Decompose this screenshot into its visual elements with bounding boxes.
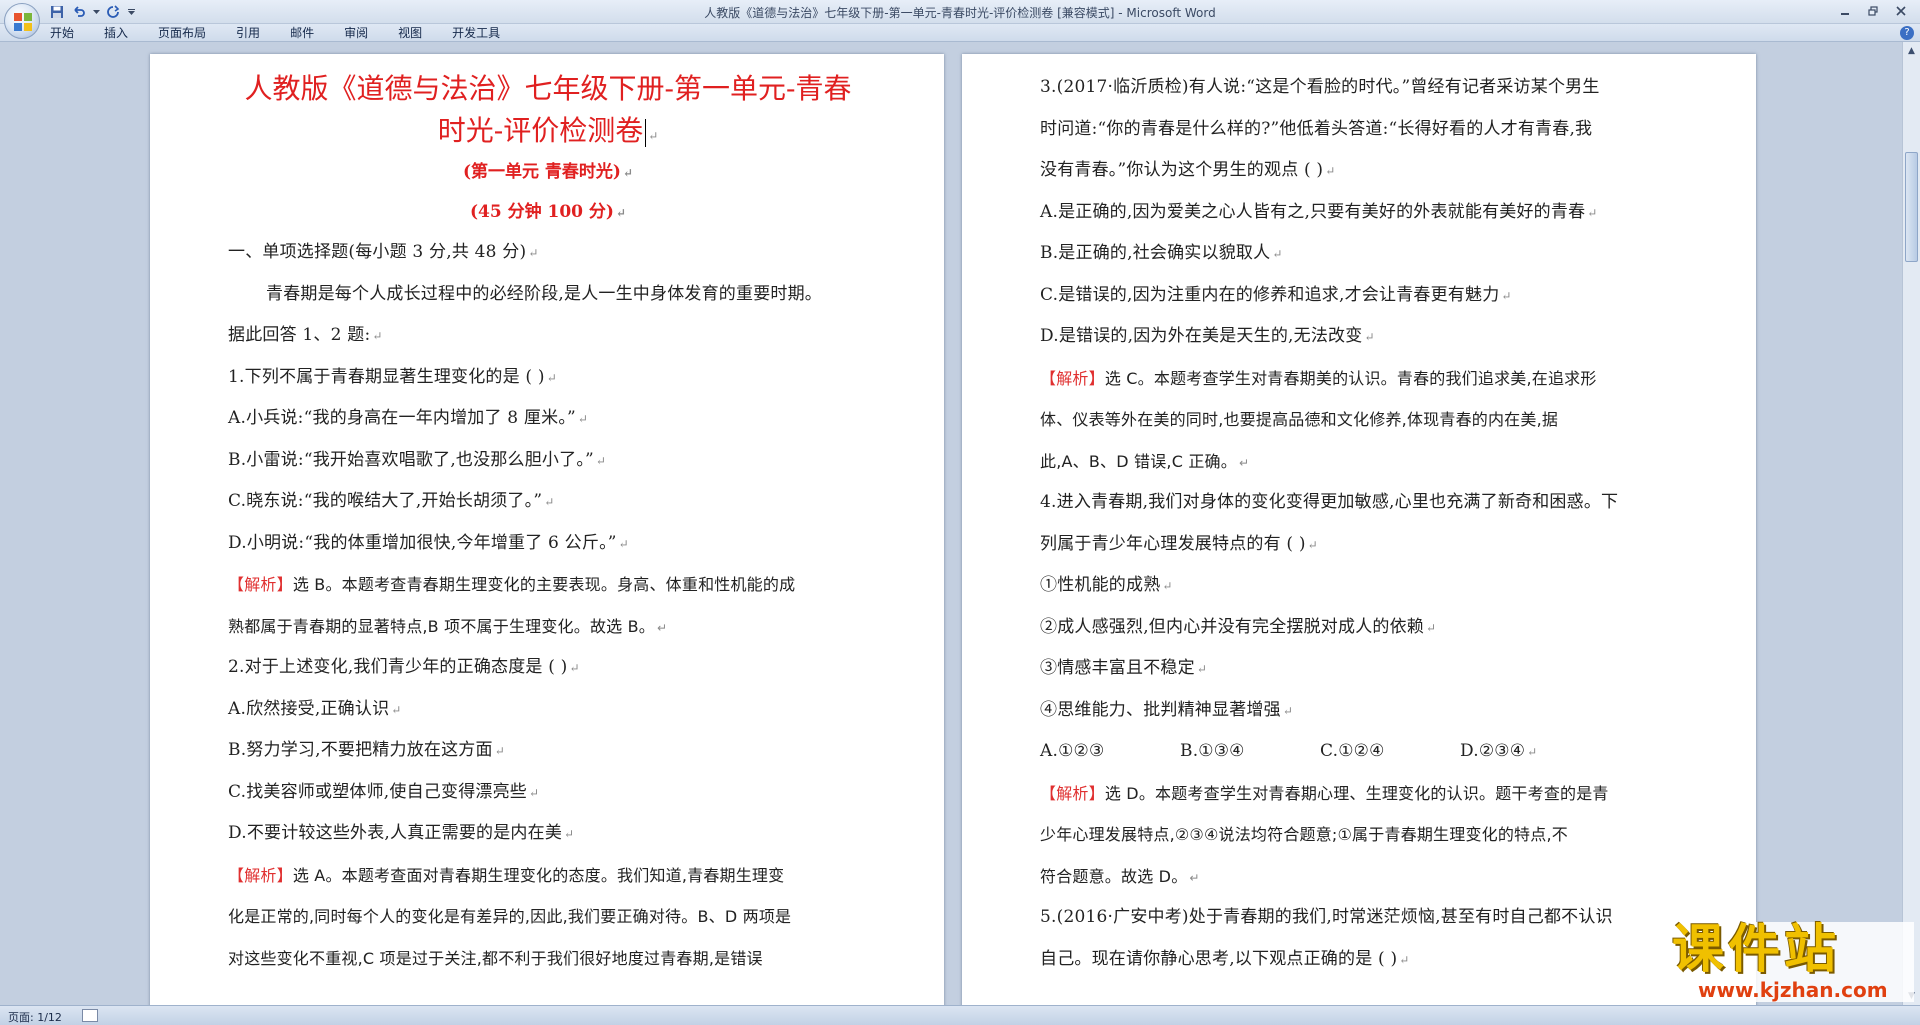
tab-references[interactable]: 引用 — [236, 24, 274, 42]
watermark-url: www.kjzhan.com — [1698, 978, 1888, 1002]
restore-icon — [1868, 6, 1878, 16]
minimize-button[interactable] — [1832, 2, 1858, 20]
statement: ④思维能力、批判精神显著增强 ↵ — [1040, 699, 1294, 720]
option: A.①②③ — [1040, 741, 1105, 761]
explanation: 对这些变化不重视,C 项是过于关注,都不利于我们很好地度过青春期,是错误 — [228, 948, 763, 968]
option: A.小兵说:“我的身高在一年内增加了 8 厘米。” ↵ — [228, 408, 589, 428]
close-icon — [1896, 6, 1906, 16]
option: D.②③④ — [1460, 741, 1526, 761]
document-workspace: 人教版《道德与法治》七年级下册-第一单元-青春 时光-评价检测卷 ↵ (第一单元 … — [0, 42, 1902, 1005]
question-5: 自己。现在请你静心思考,以下观点正确的是 ( ) ↵ — [1040, 948, 1410, 969]
explanation: 【解析】选 C。本题考查学生对青春期美的认识。青春的我们追求美,在追求形 — [1040, 368, 1597, 388]
statement: ①性机能的成熟 ↵ — [1040, 575, 1173, 595]
question-3: 没有青春。”你认为这个男生的观点 ( ) ↵ — [1040, 160, 1336, 180]
title-bar: 人教版《道德与法治》七年级下册-第一单元-青春时光-评价检测卷 [兼容模式] -… — [0, 0, 1920, 39]
page-count[interactable]: 页面: 1/12 — [8, 1009, 62, 1025]
explanation: 化是正常的,同时每个人的变化是有差异的,因此,我们要正确对待。B、D 两项是 — [228, 907, 792, 926]
minimize-icon — [1841, 13, 1849, 15]
explanation: 此,A、B、D 错误,C 正确。 ↵ — [1040, 451, 1250, 471]
time-and-score: (45 分钟 100 分) ↵ — [469, 202, 627, 222]
tab-developer[interactable]: 开发工具 — [452, 24, 514, 42]
option: C.找美容师或塑体师,使自己变得漂亮些 ↵ — [228, 781, 540, 802]
option: D.是错误的,因为外在美是天生的,无法改变 ↵ — [1040, 326, 1375, 346]
ribbon-tab-list: 开始 插入 页面布局 引用 邮件 审阅 视图 开发工具 — [50, 24, 530, 42]
scrollbar-thumb[interactable] — [1905, 152, 1918, 262]
explanation: 【解析】选 B。本题考查青春期生理变化的主要表现。身高、体重和性机能的成 — [228, 575, 796, 594]
help-icon[interactable]: ? — [1900, 26, 1914, 40]
document-title-line-2: 时光-评价检测卷 ↵ — [437, 114, 659, 147]
options-row: A.①②③ B.①③④ C.①②④ D.②③④ ↵ — [1040, 731, 1680, 773]
question-3: 时问道:“你的青春是什么样的?”他低着头答道:“长得好看的人才有青春,我 — [1040, 118, 1593, 139]
paragraph: 据此回答 1、2 题: ↵ — [228, 325, 383, 345]
page-content: 人教版《道德与法治》七年级下册-第一单元-青春 时光-评价检测卷 ↵ (第一单元 … — [228, 54, 868, 979]
window-title: 人教版《道德与法治》七年级下册-第一单元-青春时光-评价检测卷 [兼容模式] -… — [704, 6, 1216, 20]
tab-view[interactable]: 视图 — [398, 24, 436, 42]
explanation-label: 【解析】 — [1040, 783, 1105, 803]
kjzhan-watermark: 课件站 www.kjzhan.com — [1668, 922, 1914, 1002]
explanation: 少年心理发展特点,②③④说法均符合题意;①属于青春期生理变化的特点,不 — [1040, 825, 1568, 844]
explanation: 熟都属于青春期的显著特点,B 项不属于生理变化。故选 B。 ↵ — [228, 616, 668, 636]
text-cursor — [645, 118, 647, 147]
tab-page-layout[interactable]: 页面布局 — [158, 24, 220, 42]
statement: ③情感丰富且不稳定 ↵ — [1040, 658, 1208, 678]
document-subtitle: (第一单元 青春时光) ↵ — [462, 162, 634, 182]
explanation: 符合题意。故选 D。 ↵ — [1040, 866, 1200, 886]
statement: ②成人感强烈,但内心并没有完全摆脱对成人的依赖 ↵ — [1040, 616, 1437, 637]
ribbon-tabs: 开始 插入 页面布局 引用 邮件 审阅 视图 开发工具 ? — [0, 24, 1920, 42]
option: C.晓东说:“我的喉结大了,开始长胡须了。” ↵ — [228, 491, 555, 511]
explanation-label: 【解析】 — [228, 575, 293, 594]
tab-mailings[interactable]: 邮件 — [290, 24, 328, 42]
restore-button[interactable] — [1860, 2, 1886, 20]
scroll-up-arrow[interactable]: ▲ — [1905, 44, 1918, 58]
option: A.是正确的,因为爱美之心人皆有之,只要有美好的外表就能有美好的青春 ↵ — [1040, 201, 1598, 222]
document-page-1[interactable]: 人教版《道德与法治》七年级下册-第一单元-青春 时光-评价检测卷 ↵ (第一单元 … — [150, 54, 944, 1005]
window-controls — [1832, 2, 1914, 20]
option: C.①②④ — [1320, 741, 1385, 761]
explanation: 体、仪表等外在美的同时,也要提高品德和文化修养,体现青春的内在美,据 — [1040, 410, 1559, 429]
paragraph: 青春期是每个人成长过程中的必经阶段,是人一生中身体发育的重要时期。 — [266, 283, 823, 304]
section-heading: 一、单项选择题(每小题 3 分,共 48 分) ↵ — [228, 242, 539, 262]
option: B.努力学习,不要把精力放在这方面 ↵ — [228, 740, 505, 760]
close-button[interactable] — [1888, 2, 1914, 20]
question-3: 3.(2017·临沂质检)有人说:“这是个看脸的时代。”曾经有记者采访某个男生 — [1040, 77, 1600, 97]
option: D.小明说:“我的体重增加很快,今年增重了 6 公斤。” ↵ — [228, 532, 629, 553]
tab-insert[interactable]: 插入 — [104, 24, 142, 42]
vertical-scrollbar[interactable]: ▲ ▼ — [1902, 42, 1920, 1005]
option: D.不要计较这些外表,人真正需要的是内在美 ↵ — [228, 823, 575, 843]
question-2: 2.对于上述变化,我们青少年的正确态度是 ( ) ↵ — [228, 657, 580, 677]
option: C.是错误的,因为注重内在的修养和追求,才会让青春更有魅力 ↵ — [1040, 284, 1512, 305]
question-4: 4.进入青春期,我们对身体的变化变得更加敏感,心里也充满了新奇和困惑。下 — [1040, 492, 1619, 512]
explanation-label: 【解析】 — [1040, 368, 1105, 388]
tab-home[interactable]: 开始 — [50, 24, 88, 42]
question-1: 1.下列不属于青春期显著生理变化的是 ( ) ↵ — [228, 366, 557, 387]
office-logo-icon — [14, 13, 32, 31]
proofing-status-icon[interactable] — [82, 1009, 98, 1022]
explanation-label: 【解析】 — [228, 865, 293, 885]
page-content: 3.(2017·临沂质检)有人说:“这是个看脸的时代。”曾经有记者采访某个男生 … — [1040, 54, 1680, 980]
question-4: 列属于青少年心理发展特点的有 ( ) ↵ — [1040, 533, 1318, 554]
option: B.是正确的,社会确实以貌取人 ↵ — [1040, 243, 1283, 263]
explanation: 【解析】选 A。本题考查面对青春期生理变化的态度。我们知道,青春期生理变 — [228, 865, 785, 885]
office-button[interactable] — [4, 3, 40, 39]
option: B.①③④ — [1180, 741, 1245, 761]
option: B.小雷说:“我开始喜欢唱歌了,也没那么胆小了。” ↵ — [228, 449, 607, 470]
document-page-2[interactable]: 3.(2017·临沂质检)有人说:“这是个看脸的时代。”曾经有记者采访某个男生 … — [962, 54, 1756, 1005]
explanation: 【解析】选 D。本题考查学生对青春期心理、生理变化的认识。题干考查的是青 — [1040, 783, 1609, 803]
document-title-line-1: 人教版《道德与法治》七年级下册-第一单元-青春 — [244, 72, 852, 105]
watermark-text: 课件站 — [1672, 920, 1841, 980]
question-5: 5.(2016·广安中考)处于青春期的我们,时常迷茫烦恼,甚至有时自己都不认识 — [1040, 907, 1613, 927]
status-bar: 页面: 1/12 — [0, 1005, 1920, 1025]
tab-review[interactable]: 审阅 — [344, 24, 382, 42]
option: A.欣然接受,正确认识 ↵ — [228, 698, 402, 719]
